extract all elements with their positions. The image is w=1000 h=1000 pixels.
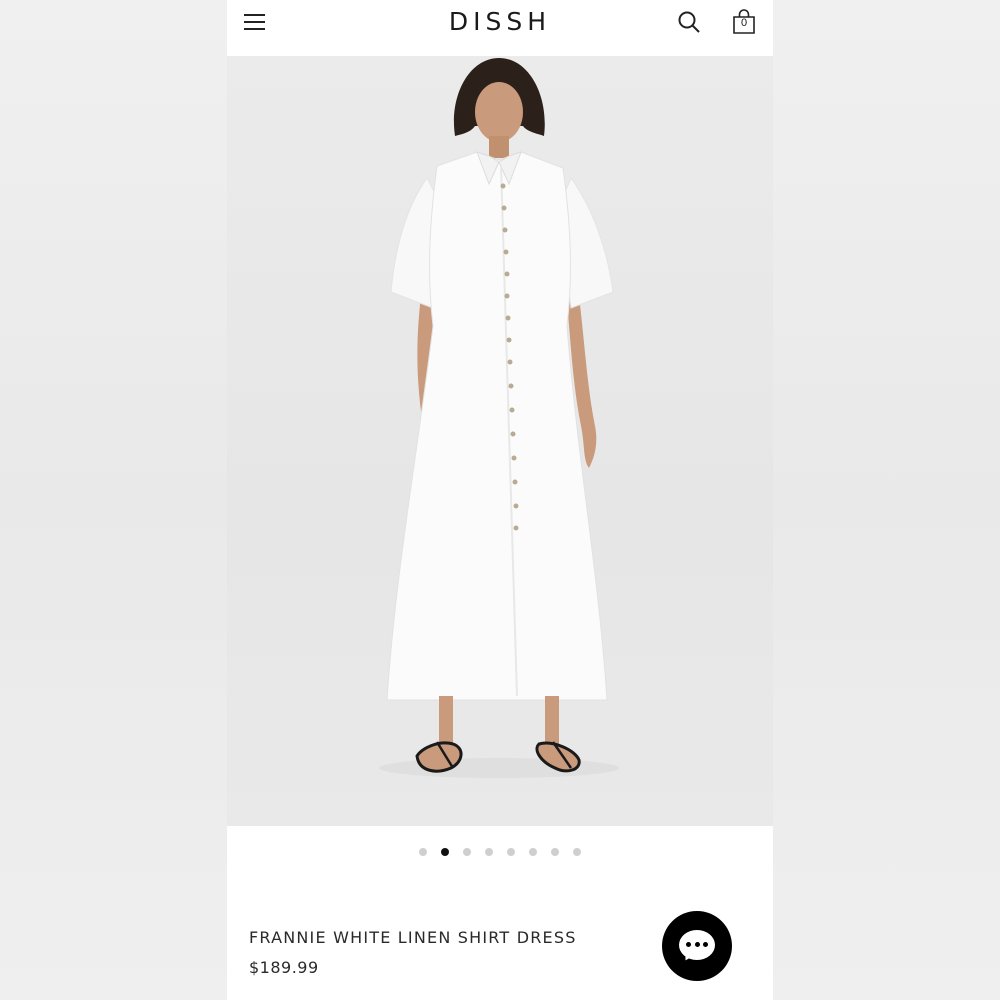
product-price: $189.99 (249, 958, 319, 977)
product-image[interactable] (227, 56, 773, 826)
background-right (772, 0, 1000, 1000)
gallery-dot[interactable] (551, 848, 559, 856)
chat-typing-dots (686, 942, 708, 948)
gallery-dot[interactable] (507, 848, 515, 856)
cart-count-badge: 0 (740, 17, 748, 29)
background-left (0, 0, 227, 1000)
gallery-dot[interactable] (573, 848, 581, 856)
gallery-dot[interactable] (485, 848, 493, 856)
gallery-pagination (227, 848, 773, 860)
mobile-page: DISSH 0 FRANNIE WHITE LINEN SHIRT DRESS … (227, 0, 773, 1000)
gallery-dot[interactable] (529, 848, 537, 856)
gallery-dot-active[interactable] (441, 848, 449, 856)
model-illustration (379, 58, 619, 778)
site-header: DISSH 0 (227, 0, 773, 56)
gallery-dot[interactable] (463, 848, 471, 856)
chat-button[interactable] (662, 911, 732, 981)
gallery-dot[interactable] (419, 848, 427, 856)
shopping-bag-icon[interactable]: 0 (731, 9, 757, 35)
product-title: FRANNIE WHITE LINEN SHIRT DRESS (249, 928, 577, 947)
search-icon[interactable] (677, 10, 701, 34)
